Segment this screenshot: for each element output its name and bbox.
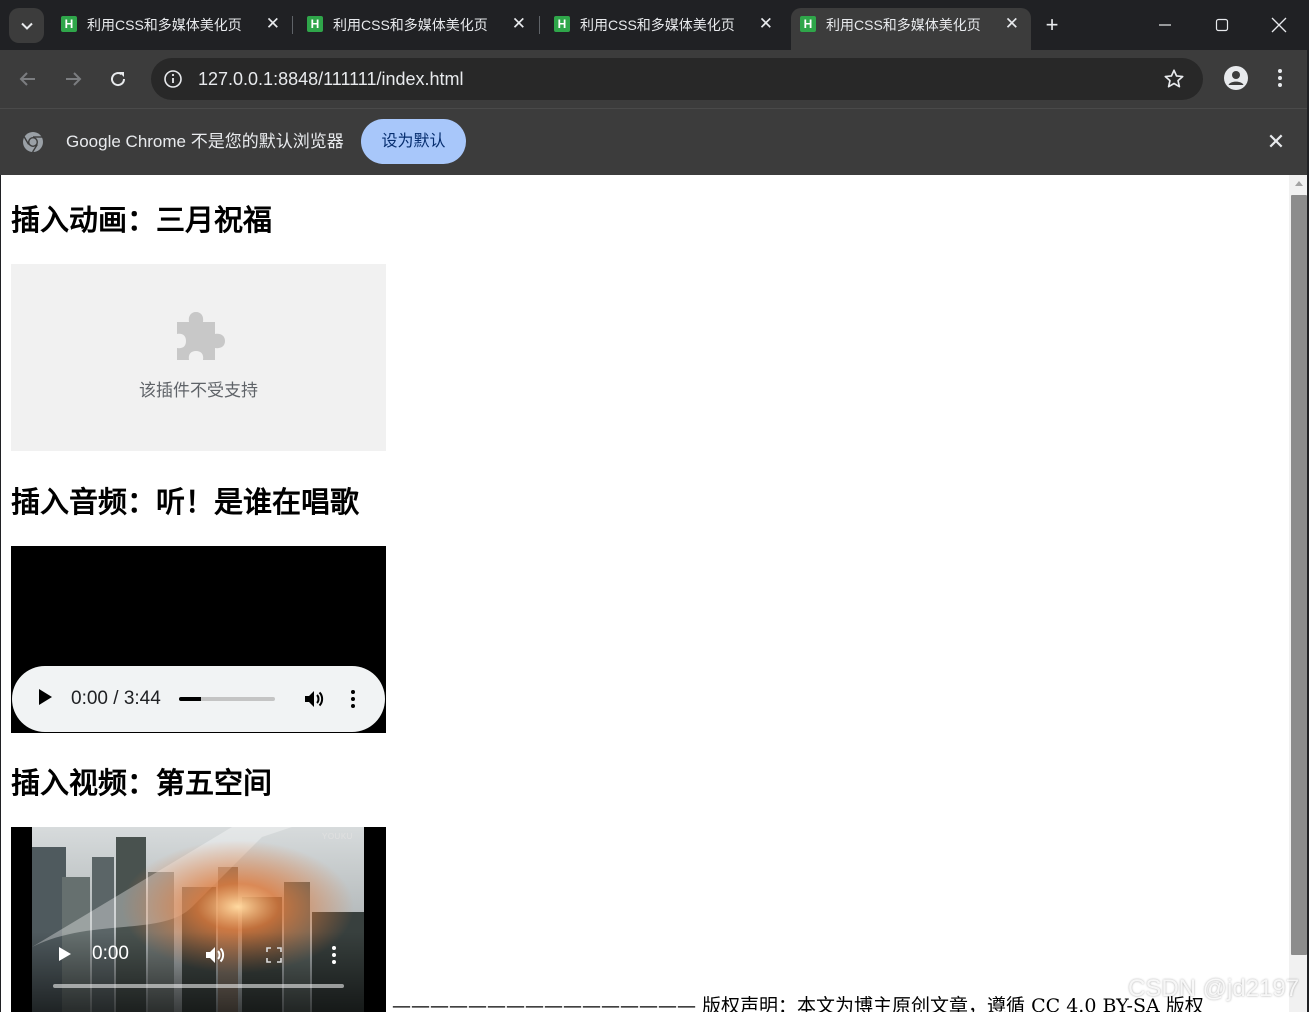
html-file-icon: H [554, 16, 570, 32]
tab-3[interactable]: H 利用CSS和多媒体美化页 ✕ [545, 8, 785, 50]
audio-time: 0:00 / 3:44 [71, 688, 161, 709]
fullscreen-icon[interactable] [266, 947, 282, 963]
url-text[interactable]: 127.0.0.1:8848/111111/index.html [198, 68, 464, 90]
page-scrollbar[interactable] [1289, 175, 1309, 1012]
minimize-button[interactable] [1137, 0, 1193, 50]
bookmark-star-icon[interactable] [1163, 68, 1185, 90]
tab-title: 利用CSS和多媒体美化页 [826, 17, 981, 33]
tab-1[interactable]: H 利用CSS和多媒体美化页 ✕ [52, 8, 292, 50]
reload-button[interactable] [101, 62, 135, 96]
audio-player: 0:00 / 3:44 [11, 546, 386, 733]
chevron-down-icon [20, 22, 33, 30]
play-icon[interactable] [59, 947, 71, 961]
section-title-audio: 插入音频：听！是谁在唱歌 [11, 485, 360, 519]
close-icon[interactable]: ✕ [1265, 131, 1287, 153]
menu-icon[interactable] [1268, 66, 1292, 90]
forward-button[interactable] [56, 62, 90, 96]
site-info-icon[interactable] [163, 69, 183, 89]
forward-icon [66, 72, 82, 86]
close-icon[interactable]: ✕ [759, 13, 773, 35]
browser-toolbar: 127.0.0.1:8848/111111/index.html [0, 50, 1309, 108]
tab-title: 利用CSS和多媒体美化页 [333, 17, 488, 33]
audio-controls: 0:00 / 3:44 [12, 666, 385, 732]
close-icon [1271, 17, 1287, 33]
tab-title: 利用CSS和多媒体美化页 [580, 17, 735, 33]
scroll-up-icon[interactable] [1295, 181, 1303, 186]
back-button[interactable] [11, 62, 45, 96]
set-default-button[interactable]: 设为默认 [361, 119, 466, 164]
play-icon[interactable] [39, 689, 52, 705]
section-title-video: 插入视频：第五空间 [11, 766, 273, 800]
plugin-unsupported-text: 该插件不受支持 [139, 381, 258, 400]
tab-separator [292, 16, 293, 34]
volume-icon[interactable] [204, 944, 226, 966]
section-title-animation: 插入动画：三月祝福 [11, 203, 273, 237]
back-icon [19, 72, 35, 86]
maximize-button[interactable] [1194, 0, 1250, 50]
maximize-icon [1215, 18, 1229, 32]
more-icon[interactable] [331, 945, 337, 965]
default-browser-infobar: Google Chrome 不是您的默认浏览器 设为默认 ✕ [0, 108, 1309, 175]
plugin-placeholder: 该插件不受支持 [11, 264, 386, 451]
copyright-notice: ———————————————— 版权声明：本文为博主原创文章，遵循 CC 4.… [392, 995, 1204, 1012]
volume-icon[interactable] [303, 688, 325, 710]
tab-title: 利用CSS和多媒体美化页 [87, 17, 242, 33]
reload-icon [111, 72, 126, 87]
close-icon[interactable]: ✕ [512, 13, 526, 35]
audio-progress-slider[interactable] [179, 697, 275, 701]
video-controls-gradient [32, 932, 364, 1012]
puzzle-icon [177, 312, 225, 360]
csdn-watermark: CSDN @jd2197 [1128, 975, 1300, 1002]
video-player[interactable]: YOUKU 0:00 [11, 827, 386, 1012]
chrome-logo-icon [23, 132, 43, 153]
html-file-icon: H [307, 16, 323, 32]
tab-separator [539, 16, 540, 34]
address-bar[interactable]: 127.0.0.1:8848/111111/index.html [151, 58, 1203, 100]
close-icon[interactable]: ✕ [1005, 13, 1019, 35]
infobar-message: Google Chrome 不是您的默认浏览器 [66, 132, 344, 151]
close-window-button[interactable] [1251, 0, 1307, 50]
tab-4-active[interactable]: H 利用CSS和多媒体美化页 ✕ [791, 8, 1031, 50]
html-file-icon: H [800, 16, 816, 32]
page-viewport: 插入动画：三月祝福 该插件不受支持 插入音频：听！是谁在唱歌 0:00 / 3:… [1, 175, 1289, 1012]
youku-watermark: YOUKU [322, 832, 353, 841]
video-time: 0:00 [92, 943, 129, 964]
minimize-icon [1159, 24, 1171, 26]
more-icon[interactable] [350, 688, 356, 710]
tab-search-button[interactable] [9, 8, 44, 43]
video-progress-slider[interactable] [53, 984, 344, 988]
tab-strip: H 利用CSS和多媒体美化页 ✕ H 利用CSS和多媒体美化页 ✕ H 利用CS… [0, 0, 1309, 50]
new-tab-icon[interactable]: + [1040, 13, 1064, 37]
tab-2[interactable]: H 利用CSS和多媒体美化页 ✕ [298, 8, 538, 50]
scrollbar-thumb[interactable] [1291, 195, 1307, 955]
close-icon[interactable]: ✕ [266, 13, 280, 35]
html-file-icon: H [61, 16, 77, 32]
profile-icon[interactable] [1224, 66, 1248, 90]
